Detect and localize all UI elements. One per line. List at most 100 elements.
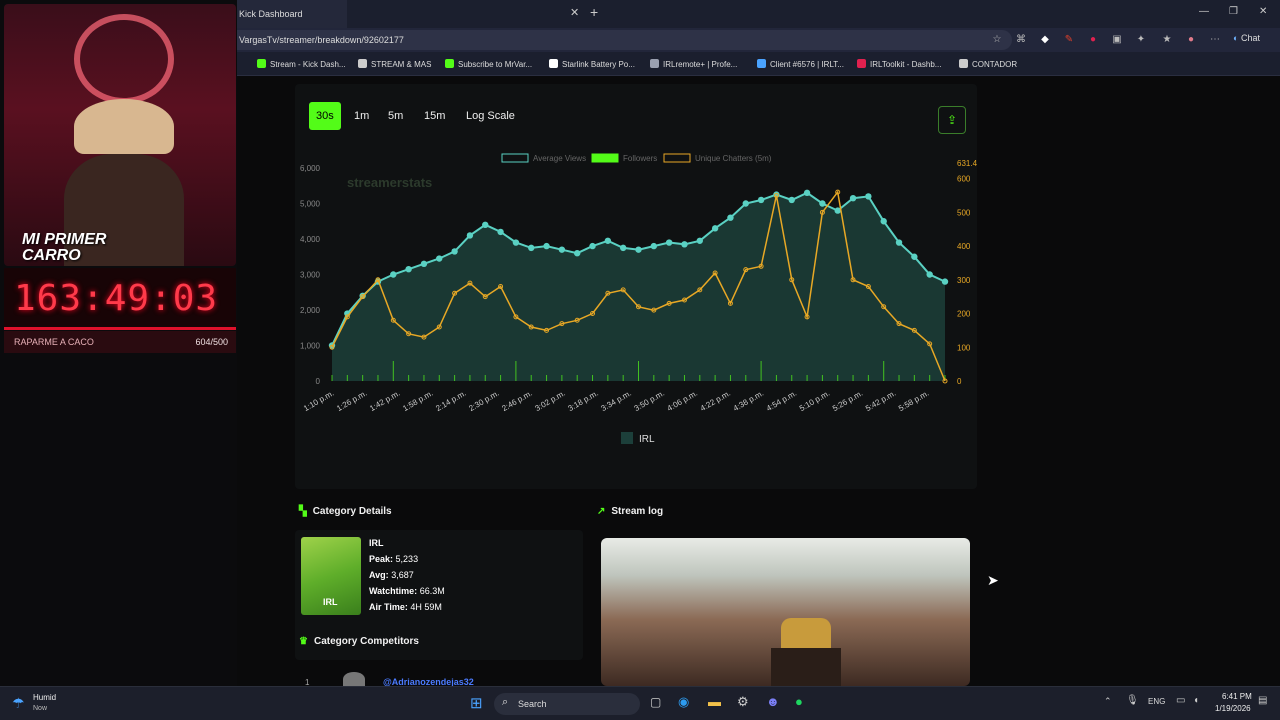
legend-label: Average Views: [533, 154, 586, 163]
bookmark-item[interactable]: STREAM & MAS: [358, 59, 431, 69]
taskbar-search[interactable]: ⌕ Search: [494, 693, 640, 715]
views-point: [911, 253, 918, 260]
folder-icon[interactable]: ▬: [708, 694, 721, 709]
stream-log-thumbnail[interactable]: [601, 538, 970, 686]
views-point: [558, 246, 566, 253]
x-tick: 3:18 p.m.: [566, 389, 599, 413]
window-close-icon[interactable]: ✕: [1259, 6, 1267, 17]
views-point: [512, 239, 520, 246]
star-icon[interactable]: ☆: [991, 34, 1003, 46]
peak-label: Peak:: [369, 554, 394, 564]
extension-red-icon[interactable]: ●: [1087, 34, 1099, 46]
bookmark-label: CONTADOR: [972, 60, 1018, 69]
trophy-icon: ♛: [299, 636, 308, 647]
task-view-icon[interactable]: ▢: [650, 695, 661, 709]
x-tick: 2:14 p.m.: [434, 389, 467, 413]
url-text: VargasTv/streamer/breakdown/92602177: [239, 35, 404, 45]
y-right-tick: 300: [957, 276, 971, 285]
language-indicator[interactable]: ENG: [1148, 697, 1165, 706]
y-left-tick: 4,000: [300, 235, 321, 244]
bookmark-label: IRLToolkit - Dashb...: [870, 60, 942, 69]
weather-icon[interactable]: ☂: [12, 695, 25, 712]
goal-label: RAPARME A CACO: [14, 337, 94, 347]
avg-value: 3,687: [391, 570, 414, 580]
views-point: [619, 244, 627, 252]
category-details-heading: ▚ Category Details: [299, 506, 392, 517]
edge-icon[interactable]: ◉: [678, 694, 689, 710]
bookmarks-bar: Stream - Kick Dash... STREAM & MAS Subscri…: [237, 52, 1280, 76]
airtime-stat: Air Time: 4H 59M: [369, 602, 442, 612]
views-point: [528, 244, 535, 252]
bookmark-label: STREAM & MAS: [371, 60, 432, 69]
cam-caption: MI PRIMER CARRO: [22, 231, 107, 264]
notification-icon[interactable]: ▤: [1258, 695, 1267, 706]
start-icon[interactable]: ⊞: [470, 694, 483, 712]
mouse-cursor-icon: ➤: [987, 572, 999, 588]
views-point: [635, 246, 642, 253]
views-point: [604, 237, 612, 244]
restore-icon[interactable]: ❐: [1229, 6, 1238, 17]
volume-icon[interactable]: ◖: [1193, 695, 1199, 706]
extension-pen-icon[interactable]: ✎: [1063, 34, 1075, 46]
x-tick: 2:30 p.m.: [467, 389, 500, 413]
puzzle-icon[interactable]: ✦: [1135, 34, 1147, 46]
competitors-title: Category Competitors: [313, 636, 419, 647]
discord-icon[interactable]: ☻: [766, 694, 780, 709]
mic-icon[interactable]: 🎙: [1126, 695, 1139, 706]
x-tick: 1:10 p.m.: [302, 389, 335, 413]
irl-category-thumbnail[interactable]: IRL: [301, 537, 361, 615]
windows-taskbar: ☂ Humid Now ⊞ ⌕ Search ▢ ◉ ▬ ⚙ ☻ ● ⌃ 🎙 E…: [0, 686, 1280, 720]
extension-box-icon[interactable]: ▣: [1111, 34, 1123, 46]
bookmark-item[interactable]: CONTADOR: [959, 59, 1017, 69]
extension-diamond-icon[interactable]: ◆: [1039, 34, 1051, 46]
views-point: [757, 196, 765, 204]
views-point: [926, 271, 933, 278]
x-tick: 3:34 p.m.: [600, 389, 633, 413]
weather-title: Humid: [33, 693, 57, 702]
search-icon: ⌕: [502, 696, 509, 708]
competitor-avatar: [343, 672, 365, 686]
copilot-chat-button[interactable]: ◐ Chat: [1233, 33, 1260, 43]
new-tab-icon[interactable]: +: [590, 4, 598, 20]
views-point: [482, 221, 489, 228]
bookmark-icon: [757, 59, 766, 68]
tray-chevron-icon[interactable]: ⌃: [1104, 696, 1112, 707]
favorites-icon[interactable]: ★: [1161, 34, 1173, 46]
bookmark-item[interactable]: Subscribe to MrVar...: [445, 59, 532, 69]
cap-shape: [74, 99, 174, 154]
bookmark-item[interactable]: Client #6576 | IRLT...: [757, 59, 844, 69]
bookmark-icon: [257, 59, 266, 68]
x-tick: 5:42 p.m.: [864, 389, 897, 413]
bookmark-item[interactable]: Stream - Kick Dash...: [257, 59, 346, 69]
category-name: IRL: [369, 538, 384, 548]
watchtime-value: 66.3M: [419, 586, 445, 596]
tab-close-icon[interactable]: ✕: [570, 6, 579, 19]
app-icon[interactable]: ⚙: [737, 694, 749, 710]
stream-overlay: MI PRIMER CARRO 163:49:03 RAPARME A CACO…: [0, 0, 237, 686]
bookmark-item[interactable]: IRLToolkit - Dashb...: [857, 59, 941, 69]
more-menu-icon[interactable]: ⋯: [1209, 34, 1221, 46]
bookmark-icon: [959, 59, 968, 68]
views-point: [466, 232, 474, 239]
spotify-icon[interactable]: ●: [795, 694, 803, 709]
views-point: [681, 241, 688, 248]
minimize-icon[interactable]: —: [1199, 6, 1209, 17]
profile-avatar-icon[interactable]: ●: [1185, 34, 1197, 46]
extension-icon[interactable]: ⌘: [1015, 34, 1027, 46]
bookmark-item[interactable]: IRLremote+ | Profe...: [650, 59, 737, 69]
views-point: [420, 260, 428, 268]
bookmark-item[interactable]: Starlink Battery Po...: [549, 59, 635, 69]
url-field[interactable]: VargasTv/streamer/breakdown/92602177: [237, 30, 1012, 50]
legend-label: Unique Chatters (5m): [695, 154, 772, 163]
network-icon[interactable]: ▭: [1176, 695, 1185, 706]
y-left-tick: 0: [316, 377, 321, 386]
views-point: [819, 200, 826, 207]
person-shape: [771, 648, 841, 686]
peak-stat: Peak: 5,233: [369, 554, 418, 564]
weather-sub: Now: [33, 705, 48, 712]
viewers-chart: streamerstats Average Views Followers Uniqu…: [300, 153, 978, 445]
y-left-tick: 1,000: [300, 342, 321, 351]
legend-label: Followers: [623, 154, 657, 163]
browser-tab[interactable]: Kick Dashboard: [237, 0, 347, 28]
views-point: [574, 250, 581, 257]
